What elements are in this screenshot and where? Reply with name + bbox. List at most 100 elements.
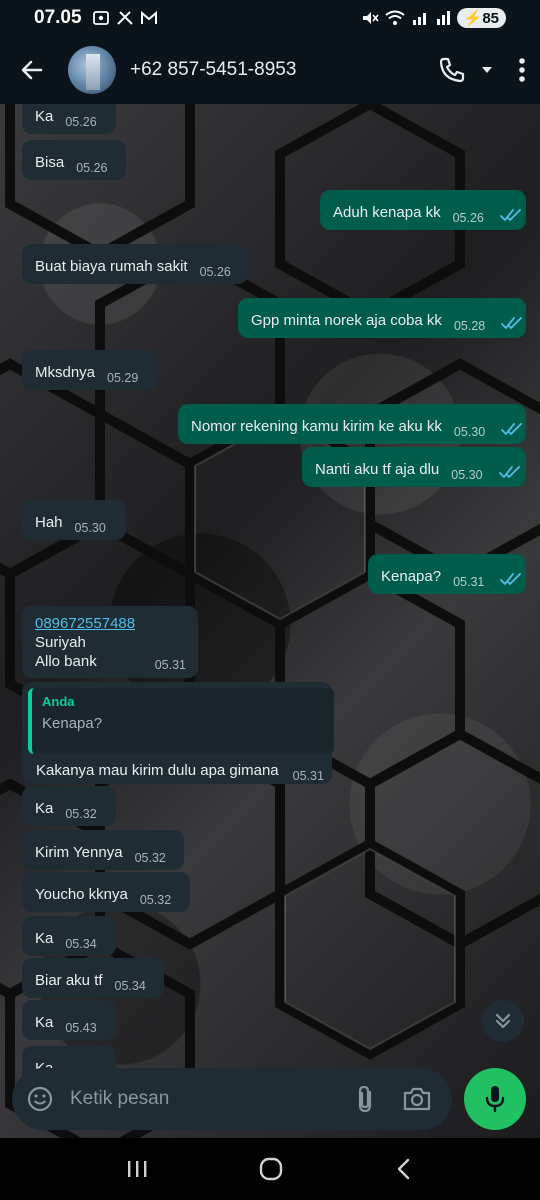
message-time: 05.30	[453, 425, 486, 439]
mic-button[interactable]	[464, 1068, 526, 1130]
call-dropdown-button[interactable]	[480, 63, 494, 77]
incoming-message[interactable]: Buat biaya rumah sakit 05.26	[22, 244, 248, 284]
dropdown-icon	[482, 67, 492, 73]
back-nav-button[interactable]	[393, 1157, 415, 1181]
contact-name[interactable]: +62 857-5451-8953	[130, 59, 296, 81]
message-text: Nanti aku tf aja dlu	[315, 461, 440, 478]
message-time: 05.31	[154, 658, 186, 672]
quote-author: Anda	[42, 694, 75, 709]
message-time: 05.26	[199, 265, 231, 279]
mute-icon	[362, 12, 379, 24]
message-time: 05.31	[292, 769, 324, 783]
read-ticks-icon	[499, 208, 522, 222]
notification-icons	[92, 10, 158, 26]
battery-level: 85	[482, 10, 499, 27]
read-ticks-icon	[498, 465, 521, 479]
outgoing-message[interactable]: Aduh kenapa kk 05.26	[320, 190, 526, 230]
emoji-icon	[27, 1086, 53, 1112]
chat-header: +62 857-5451-8953	[0, 36, 540, 104]
message-text: Aduh kenapa kk	[333, 204, 441, 221]
message-time: 05.28	[453, 319, 486, 333]
message-text: Buat biaya rumah sakit	[35, 258, 188, 275]
message-input[interactable]	[70, 1088, 354, 1110]
message-text: Nomor rekening kamu kirim ke aku kk	[191, 418, 442, 435]
message-time: 05.26	[76, 161, 108, 175]
quote-text: Kenapa?	[42, 715, 103, 732]
more-options-button[interactable]	[518, 57, 526, 83]
message-time: 05.32	[139, 893, 172, 907]
message-text: Ka	[35, 800, 54, 817]
back-button[interactable]	[14, 52, 50, 88]
phone-number-link[interactable]: 089672557488	[35, 614, 186, 633]
message-line: Suriyah	[35, 634, 86, 651]
message-text: Biar aku tf	[35, 972, 103, 989]
more-options-icon	[519, 58, 525, 82]
incoming-message[interactable]: Youcho kknya 05.32	[22, 872, 190, 912]
message-text: Kirim Yennya	[35, 844, 123, 861]
message-time: 05.29	[107, 371, 139, 385]
incoming-message[interactable]: Bisa 05.26	[22, 140, 126, 180]
message-text: Ka	[35, 108, 54, 125]
tools-icon	[116, 11, 133, 25]
signal-icon	[412, 13, 426, 25]
chat-area[interactable]: Ka 05.26 Bisa 05.26 Aduh kenapa kk 05.26 Buat …	[0, 104, 540, 1138]
scroll-down-icon	[495, 1013, 511, 1029]
message-text: Youcho kknya	[35, 886, 128, 903]
status-time: 07.05	[34, 7, 82, 28]
gmail-icon	[140, 10, 157, 24]
read-ticks-icon	[500, 572, 522, 586]
outgoing-message[interactable]: Nomor rekening kamu kirim ke aku kk 05.30	[178, 404, 526, 444]
call-button[interactable]	[438, 56, 466, 84]
signal-2-icon	[436, 11, 450, 25]
incoming-message[interactable]: Ka 05.34	[22, 916, 116, 956]
message-text: Mksdnya	[35, 364, 96, 381]
message-time: 05.30	[451, 468, 483, 482]
incoming-message[interactable]: Hah 05.30	[22, 500, 126, 540]
incoming-message[interactable]: Kirim Yennya 05.32	[22, 830, 184, 870]
incoming-message[interactable]: Anda Kenapa? Kakanya mau kirim dulu apa gi…	[22, 682, 334, 784]
message-time: 05.26	[65, 115, 97, 129]
message-time: 05.31	[453, 575, 485, 589]
attach-icon	[358, 1085, 372, 1113]
wifi-icon	[385, 10, 405, 25]
message-text: Hah	[35, 514, 63, 531]
message-text: Ka	[35, 1014, 54, 1031]
incoming-message[interactable]: Ka 05.26	[22, 104, 116, 134]
camera-icon	[403, 1087, 431, 1111]
message-time: 05.43	[65, 1021, 97, 1035]
attach-button[interactable]	[354, 1084, 376, 1114]
incoming-message[interactable]: 089672557488 Suriyah Allo bank 05.31	[22, 606, 198, 678]
home-button[interactable]	[258, 1156, 284, 1182]
battery-indicator: ⚡85	[456, 8, 506, 28]
outgoing-message[interactable]: Nanti aku tf aja dlu 05.30	[302, 447, 526, 487]
incoming-message[interactable]: Ka 05.32	[22, 786, 116, 826]
message-composer	[12, 1068, 452, 1130]
avatar[interactable]	[68, 46, 116, 94]
message-text: Kenapa?	[381, 568, 442, 585]
camera-button[interactable]	[402, 1086, 432, 1112]
outgoing-message[interactable]: Gpp minta norek aja coba kk 05.28	[238, 298, 526, 338]
phone-icon	[439, 57, 465, 83]
read-ticks-icon	[501, 316, 523, 330]
message-text: Gpp minta norek aja coba kk	[251, 312, 442, 329]
system-icons: ⚡85	[361, 8, 506, 28]
scroll-down-button[interactable]	[482, 1000, 524, 1042]
incoming-message[interactable]: Mksdnya 05.29	[22, 350, 158, 390]
message-time: 05.32	[65, 807, 97, 821]
incoming-message[interactable]: Ka 05.43	[22, 1000, 116, 1040]
message-time: 05.26	[452, 211, 484, 225]
back-arrow-icon	[21, 60, 43, 80]
outgoing-message[interactable]: Kenapa? 05.31	[368, 554, 526, 594]
message-text: Bisa	[35, 154, 65, 171]
mic-icon	[485, 1086, 505, 1113]
message-text: Kakanya mau kirim dulu apa gimana	[36, 762, 279, 779]
message-time: 05.34	[114, 979, 146, 993]
message-text: Ka	[35, 930, 54, 947]
emoji-button[interactable]	[26, 1085, 54, 1113]
quoted-message[interactable]: Anda Kenapa?	[28, 688, 334, 754]
incoming-message[interactable]: Biar aku tf 05.34	[22, 958, 164, 998]
read-ticks-icon	[501, 422, 523, 436]
system-nav-bar	[0, 1138, 540, 1200]
recent-apps-button[interactable]	[125, 1158, 149, 1180]
message-time: 05.34	[65, 937, 97, 951]
